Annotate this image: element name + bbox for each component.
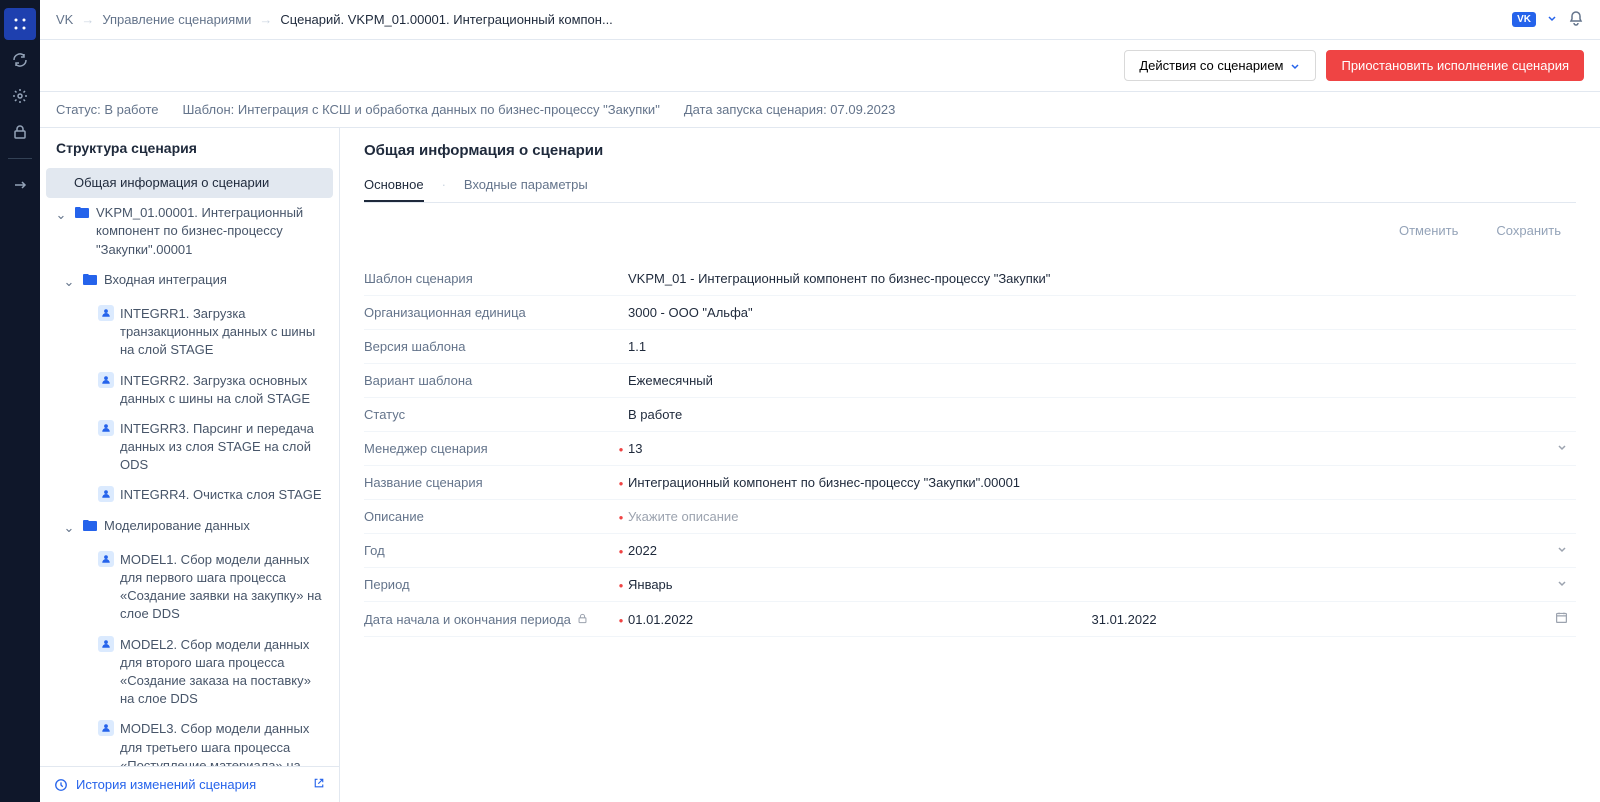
chevron-down-icon[interactable]: ⌄ bbox=[62, 517, 76, 537]
period-select[interactable]: Январь bbox=[628, 577, 1576, 592]
tree-panel: Структура сценария Общая информация о сц… bbox=[40, 128, 340, 802]
scenario-actions-dropdown[interactable]: Действия со сценарием bbox=[1124, 50, 1316, 81]
actions-bar: Действия со сценарием Приостановить испо… bbox=[40, 40, 1600, 92]
manager-select[interactable]: 13 bbox=[628, 441, 1576, 456]
tab-main[interactable]: Основное bbox=[364, 169, 424, 202]
meta-launch: Дата запуска сценария: 07.09.2023 bbox=[684, 102, 896, 117]
date-end[interactable]: 31.01.2022 bbox=[1092, 612, 1556, 627]
user-icon bbox=[98, 636, 114, 652]
save-button[interactable]: Сохранить bbox=[1481, 215, 1576, 246]
tree-item-root[interactable]: ⌄ VKPM_01.00001. Интеграционный компонен… bbox=[46, 198, 333, 265]
nav-apps-icon[interactable] bbox=[4, 8, 36, 40]
detail-panel: Общая информация о сценарии Основное · В… bbox=[340, 128, 1600, 802]
user-icon bbox=[98, 372, 114, 388]
chevron-down-icon bbox=[1556, 441, 1576, 456]
tree-item-integrr2[interactable]: INTEGRR2. Загрузка основных данных с шин… bbox=[46, 366, 333, 414]
nav-lock-icon[interactable] bbox=[4, 116, 36, 148]
user-icon bbox=[98, 551, 114, 567]
topbar: VK → Управление сценариями → Сценарий. V… bbox=[40, 0, 1600, 40]
meta-status: Статус: В работе bbox=[56, 102, 159, 117]
value-status: В работе bbox=[628, 407, 1576, 422]
form: Шаблон сценария ● VKPM_01 - Интеграционн… bbox=[364, 262, 1576, 637]
nav-settings-icon[interactable] bbox=[4, 80, 36, 112]
tab-params[interactable]: Входные параметры bbox=[464, 169, 588, 202]
bell-icon[interactable] bbox=[1568, 10, 1584, 29]
suspend-button[interactable]: Приостановить исполнение сценария bbox=[1326, 50, 1584, 81]
label-desc: Описание bbox=[364, 509, 614, 524]
label-version: Версия шаблона bbox=[364, 339, 614, 354]
label-variant: Вариант шаблона bbox=[364, 373, 614, 388]
value-variant: Ежемесячный bbox=[628, 373, 1576, 388]
tree-item-integrr4[interactable]: INTEGRR4. Очистка слоя STAGE bbox=[46, 480, 333, 510]
cancel-button[interactable]: Отменить bbox=[1384, 215, 1473, 246]
chevron-down-icon bbox=[1556, 577, 1576, 592]
breadcrumb: VK → Управление сценариями → Сценарий. V… bbox=[56, 12, 1504, 27]
label-template: Шаблон сценария bbox=[364, 271, 614, 286]
tabs: Основное · Входные параметры bbox=[364, 169, 1576, 203]
chevron-down-icon bbox=[1556, 543, 1576, 558]
tree-item-model3[interactable]: MODEL3. Сбор модели данных для третьего … bbox=[46, 714, 333, 766]
label-daterange: Дата начала и окончания периода bbox=[364, 612, 614, 627]
value-template: VKPM_01 - Интеграционный компонент по би… bbox=[628, 271, 1576, 286]
value-version: 1.1 bbox=[628, 339, 1576, 354]
nav-arrow-icon[interactable] bbox=[4, 169, 36, 201]
label-name: Название сценария bbox=[364, 475, 614, 490]
label-orgunit: Организационная единица bbox=[364, 305, 614, 320]
nav-refresh-icon[interactable] bbox=[4, 44, 36, 76]
date-start[interactable]: 01.01.2022 bbox=[628, 612, 1092, 627]
meta-bar: Статус: В работе Шаблон: Интеграция с КС… bbox=[40, 92, 1600, 128]
breadcrumb-root[interactable]: VK bbox=[56, 12, 73, 27]
chevron-down-icon[interactable]: ⌄ bbox=[54, 204, 68, 224]
tree-item-model1[interactable]: MODEL1. Сбор модели данных для первого ш… bbox=[46, 545, 333, 630]
breadcrumb-mid[interactable]: Управление сценариями bbox=[102, 12, 251, 27]
tree-item-modeling[interactable]: ⌄ Моделирование данных bbox=[46, 511, 333, 545]
folder-icon bbox=[82, 271, 98, 293]
calendar-icon bbox=[1555, 611, 1576, 627]
label-period: Период bbox=[364, 577, 614, 592]
tree-item-model2[interactable]: MODEL2. Сбор модели данных для второго ш… bbox=[46, 630, 333, 715]
tree-item-info[interactable]: Общая информация о сценарии bbox=[46, 168, 333, 198]
tree-item-integrr3[interactable]: INTEGRR3. Парсинг и передача данных из с… bbox=[46, 414, 333, 481]
history-link[interactable]: История изменений сценария bbox=[40, 766, 339, 802]
name-input[interactable]: Интеграционный компонент по бизнес-проце… bbox=[628, 475, 1576, 490]
meta-template: Шаблон: Интеграция с КСШ и обработка дан… bbox=[183, 102, 660, 117]
user-icon bbox=[98, 720, 114, 736]
user-icon bbox=[98, 420, 114, 436]
user-icon bbox=[98, 486, 114, 502]
tree-item-integrr1[interactable]: INTEGRR1. Загрузка транзакционных данных… bbox=[46, 299, 333, 366]
tree-item-inbound[interactable]: ⌄ Входная интеграция bbox=[46, 265, 333, 299]
folder-icon bbox=[74, 204, 90, 226]
user-icon bbox=[98, 305, 114, 321]
daterange-input[interactable]: 01.01.2022 31.01.2022 bbox=[628, 611, 1576, 627]
breadcrumb-current: Сценарий. VKPM_01.00001. Интеграционный … bbox=[280, 12, 612, 27]
chevron-down-icon[interactable]: ⌄ bbox=[62, 271, 76, 291]
folder-icon bbox=[82, 517, 98, 539]
lock-icon bbox=[577, 612, 588, 627]
detail-title: Общая информация о сценарии bbox=[364, 142, 1576, 159]
tree-title: Структура сценария bbox=[40, 128, 339, 168]
label-status: Статус bbox=[364, 407, 614, 422]
user-badge[interactable]: VK bbox=[1512, 12, 1536, 27]
chevron-down-icon[interactable] bbox=[1546, 12, 1558, 27]
label-manager: Менеджер сценария bbox=[364, 441, 614, 456]
sidebar-nav bbox=[0, 0, 40, 802]
desc-input[interactable]: Укажите описание bbox=[628, 509, 1576, 524]
year-select[interactable]: 2022 bbox=[628, 543, 1576, 558]
value-orgunit: 3000 - ООО "Альфа" bbox=[628, 305, 1576, 320]
external-link-icon bbox=[313, 777, 325, 792]
label-year: Год bbox=[364, 543, 614, 558]
